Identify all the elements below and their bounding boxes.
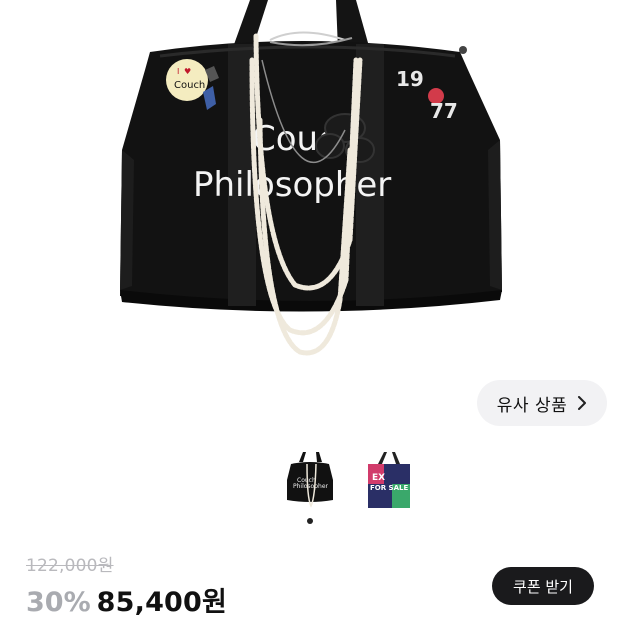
svg-text:77: 77 [430,99,458,123]
carousel-dot-active[interactable] [307,518,313,524]
thumbnail-1[interactable]: Couch Philosopher [283,450,337,512]
thumbnail-2[interactable]: EX FOR SALE [362,450,416,512]
price-row: 30% 85,400원 [26,580,227,619]
bag-print-line2: Philosopher [193,165,391,205]
couch-badge: I ♥ Couch [166,59,208,101]
chevron-right-icon [578,396,587,410]
svg-text:19: 19 [396,67,424,91]
thumbnail-2-image: EX FOR SALE [368,452,410,508]
svg-text:Philosopher: Philosopher [293,483,329,490]
svg-text:♥: ♥ [184,67,191,76]
svg-text:I: I [177,67,179,76]
product-main-image[interactable]: I ♥ Couch 19 77 Couch Philosopher [0,0,620,370]
discount-rate: 30% [26,587,91,618]
svg-text:Couch: Couch [174,80,205,91]
get-coupon-button[interactable]: 쿠폰 받기 [492,567,594,605]
tote-bag-illustration: I ♥ Couch 19 77 Couch Philosopher [120,0,502,356]
carousel-indicator [0,518,620,528]
thumbnail-strip: Couch Philosopher EX FOR SALE [0,450,620,512]
svg-text:EX: EX [372,473,385,483]
similar-products-button[interactable]: 유사 상품 [477,380,607,426]
original-price: 122,000원 [26,556,114,576]
thumbnail-1-image: Couch Philosopher [287,452,333,508]
similar-products-label: 유사 상품 [496,395,568,416]
sale-price: 85,400원 [96,587,228,618]
svg-text:FOR SALE: FOR SALE [370,484,408,492]
